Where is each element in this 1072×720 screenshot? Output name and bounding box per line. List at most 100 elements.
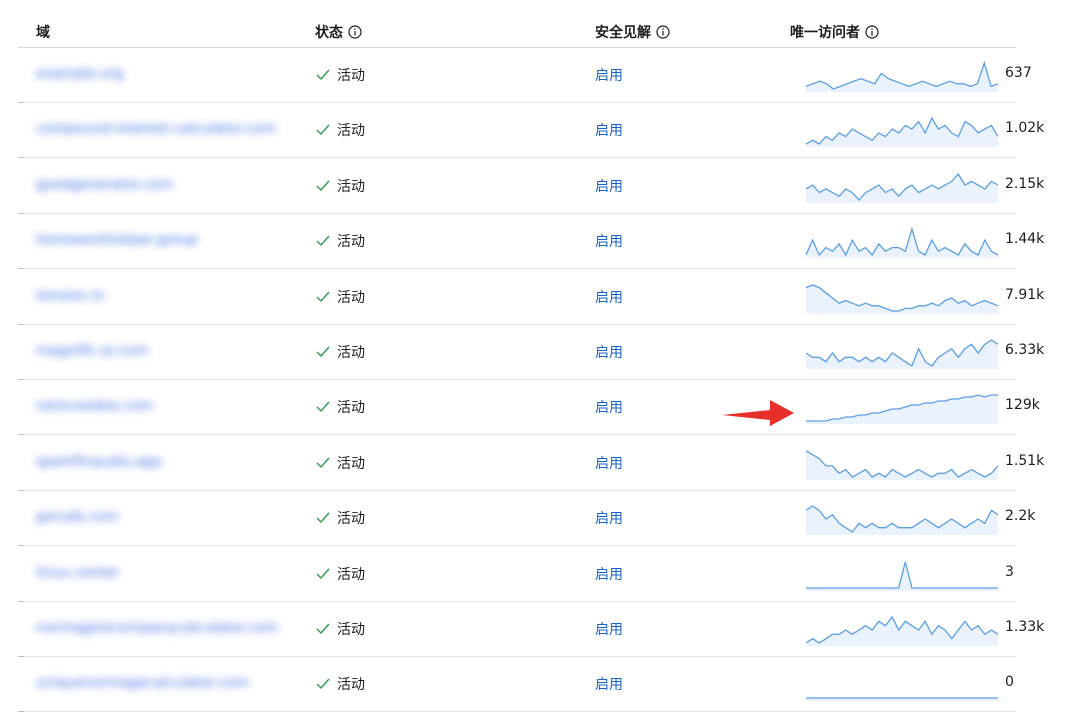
table-row[interactable]: magnific-ai.com 活动 启用 6.33k (0, 325, 1072, 380)
domain-link[interactable]: normagestcompanycalculator.com (36, 620, 278, 636)
header-status-label: 状态 (315, 25, 343, 41)
info-icon[interactable] (348, 25, 362, 39)
status-cell: 活动 (315, 453, 365, 473)
table-row[interactable]: tension.io 活动 启用 7.91k (0, 270, 1072, 325)
header-visitors[interactable]: 唯一访问者 (790, 22, 879, 42)
visitors-count: 637 (1005, 65, 1032, 81)
check-icon (316, 346, 330, 358)
status-label: 活动 (337, 511, 365, 528)
info-icon[interactable] (656, 25, 670, 39)
row-divider (18, 711, 1016, 713)
sparkline-area (806, 340, 998, 369)
visitors-count: 2.2k (1005, 508, 1036, 525)
table-row[interactable]: goruds.com 活动 启用 2.2k (0, 491, 1072, 547)
visitors-count: 1.33k (1005, 619, 1045, 635)
domain-link[interactable]: nerevoodoo.com (36, 398, 153, 414)
visitors-count: 6.33k (1005, 342, 1045, 358)
header-status[interactable]: 状态 (315, 22, 362, 42)
domain-link[interactable]: linux.center (36, 565, 119, 581)
insights-enable-link[interactable]: 启用 (595, 564, 623, 584)
status-cell: 活动 (315, 674, 365, 694)
sparkline-area (806, 118, 998, 148)
status-cell: 活动 (315, 287, 365, 307)
insights-enable-link[interactable]: 启用 (595, 287, 623, 307)
sparkline-area (806, 506, 998, 536)
status-cell: 活动 (315, 65, 365, 85)
status-cell: 活动 (315, 508, 365, 528)
visitors-count: 2.15k (1005, 175, 1045, 192)
insights-enable-link[interactable]: 启用 (595, 231, 623, 251)
header-insights-label: 安全见解 (595, 25, 651, 41)
table-row[interactable]: example.org 活动 启用 637 (0, 48, 1072, 103)
insights-enable-link[interactable]: 启用 (595, 65, 623, 85)
check-icon (316, 69, 330, 81)
table-row[interactable]: compound-interest-calculator.com 活动 启用 1… (0, 103, 1072, 159)
insights-enable-link[interactable]: 启用 (595, 674, 623, 694)
visitors-sparkline (806, 339, 998, 369)
visitors-sparkline (806, 226, 998, 259)
check-icon (316, 124, 330, 136)
header-visitors-label: 唯一访问者 (790, 25, 860, 41)
red-arrow-annotation (722, 400, 794, 426)
table-row[interactable]: normagestcompanycalculator.com 活动 启用 1.3… (0, 602, 1072, 657)
check-icon (316, 401, 330, 413)
row-tick (18, 711, 24, 713)
domain-link[interactable]: sparkfinaudio.app (36, 454, 162, 470)
check-icon (316, 180, 330, 191)
domain-link[interactable]: tension.io (36, 288, 105, 304)
visitors-count: 1.02k (1005, 120, 1045, 137)
sparkline-area (806, 617, 998, 646)
status-label: 活动 (337, 68, 365, 84)
status-cell: 活动 (315, 176, 365, 196)
visitors-count: 3 (1005, 563, 1014, 580)
insights-enable-link[interactable]: 启用 (595, 508, 623, 528)
status-label: 活动 (337, 455, 365, 472)
check-icon (316, 623, 330, 635)
table-row[interactable]: nerevoodoo.com 活动 启用 129k (0, 380, 1072, 436)
status-cell: 活动 (315, 231, 365, 251)
visitors-sparkline (806, 505, 998, 536)
visitors-sparkline (806, 116, 998, 148)
domain-link[interactable]: compound-interest-calculator.com (36, 121, 276, 137)
status-cell: 活动 (315, 342, 365, 362)
insights-enable-link[interactable]: 启用 (595, 120, 623, 140)
table-row[interactable]: sparkfinaudio.app 活动 启用 1.51k (0, 436, 1072, 491)
visitors-sparkline (806, 561, 998, 591)
insights-enable-link[interactable]: 启用 (595, 342, 623, 362)
status-cell: 活动 (315, 564, 365, 584)
status-label: 活动 (337, 400, 365, 417)
insights-enable-link[interactable]: 启用 (595, 397, 623, 417)
insights-enable-link[interactable]: 启用 (595, 453, 623, 473)
status-label: 活动 (337, 234, 365, 251)
table-row[interactable]: homeworkhelper.group 活动 启用 1.44k (0, 214, 1072, 270)
visitors-sparkline (806, 697, 998, 702)
visitors-count: 129k (1005, 397, 1040, 414)
domain-link[interactable]: magnific-ai.com (36, 343, 148, 359)
check-icon (316, 512, 330, 524)
check-icon (316, 568, 330, 579)
domain-link[interactable]: goodgenerator.com (36, 177, 173, 193)
table-row[interactable]: uniquenormagecalculator.com 活动 启用 0 (0, 657, 1072, 713)
sparkline-area (806, 63, 998, 92)
visitors-sparkline (806, 283, 998, 314)
insights-enable-link[interactable]: 启用 (595, 176, 623, 196)
visitors-count: 7.91k (1005, 286, 1045, 303)
visitors-sparkline (806, 60, 998, 92)
domain-link[interactable]: uniquenormagecalculator.com (36, 675, 249, 691)
table-row[interactable]: goodgenerator.com 活动 启用 2.15k (0, 159, 1072, 214)
domain-link[interactable]: homeworkhelper.group (36, 232, 198, 248)
domain-link[interactable]: example.org (36, 66, 124, 82)
info-icon[interactable] (865, 25, 879, 39)
visitors-sparkline (806, 172, 998, 203)
table-row[interactable]: linux.center 活动 启用 3 (0, 547, 1072, 602)
status-label: 活动 (337, 123, 365, 140)
check-icon (316, 457, 330, 468)
domain-link[interactable]: goruds.com (36, 509, 119, 525)
insights-enable-link[interactable]: 启用 (595, 619, 623, 639)
status-cell: 活动 (315, 397, 365, 417)
visitors-count: 1.44k (1005, 231, 1045, 248)
status-label: 活动 (337, 677, 365, 694)
sparkline-area (806, 229, 998, 259)
header-insights[interactable]: 安全见解 (595, 22, 670, 42)
check-icon (316, 678, 330, 690)
